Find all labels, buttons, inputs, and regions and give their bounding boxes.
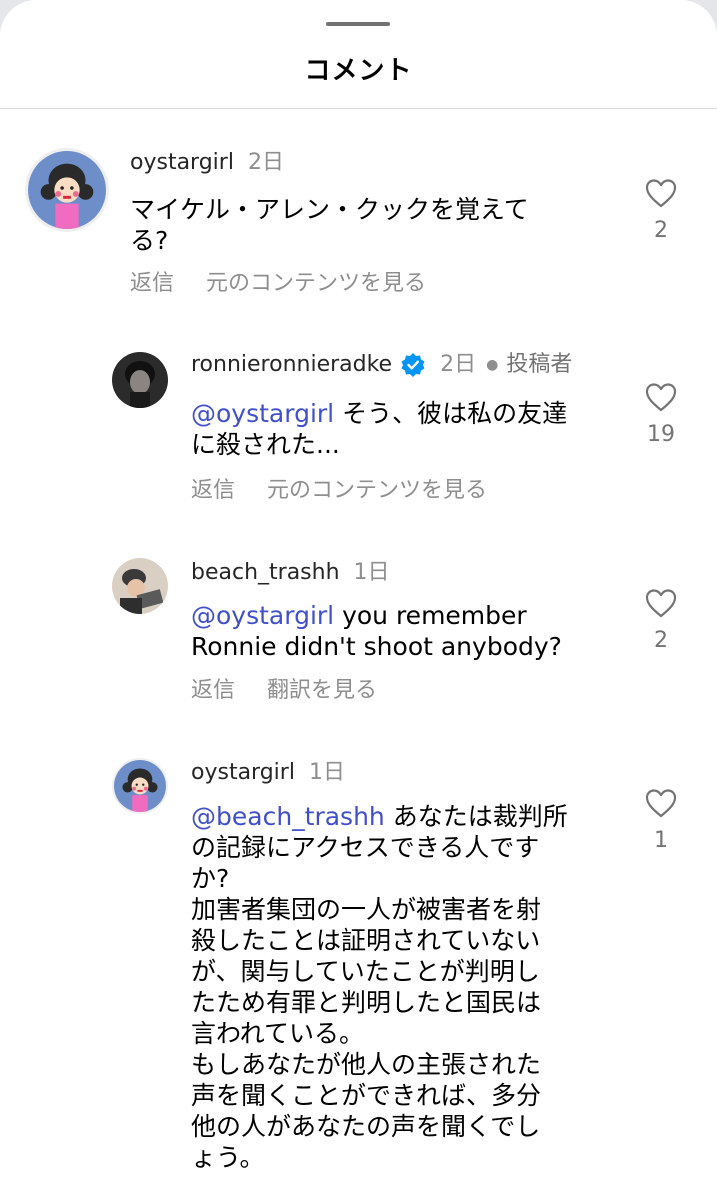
mention-link[interactable]: @oystargirl (191, 399, 334, 428)
comment-text: @oystargirl そう、彼は私の友達 に殺された... (191, 398, 631, 460)
profile-photo-avatar[interactable] (112, 352, 168, 408)
header-divider (0, 108, 717, 109)
reply-button[interactable]: 返信 (130, 271, 174, 297)
comment-time: 1日 (353, 560, 390, 585)
reply-button[interactable]: 返信 (191, 478, 235, 504)
comment-text: @oystargirl you remember Ronnie didn't s… (191, 600, 631, 662)
comments-sheet: コメント oystargirl 2日 マイケル・アレン・クックを覚えて る? 返… (0, 0, 717, 1200)
separator-dot: ● (486, 357, 499, 373)
comment-username[interactable]: oystargirl (130, 150, 234, 176)
comment-text: @beach_trashh あなたは裁判所 の記録にアクセスできる人です か? … (191, 801, 631, 1173)
comment-time: 1日 (308, 760, 345, 785)
comment-item: oystargirl 2日 マイケル・アレン・クックを覚えて る? 返信 元のコ… (0, 148, 717, 308)
comment-username[interactable]: beach_trashh (191, 560, 340, 586)
view-original-button[interactable]: 元のコンテンツを見る (267, 478, 487, 504)
comment-text-body: あなたは裁判所 の記録にアクセスできる人です か? 加害者集団の一人が被害者を射… (191, 802, 568, 1172)
page-title: コメント (304, 56, 413, 86)
view-translation-button[interactable]: 翻訳を見る (267, 678, 377, 704)
view-original-button[interactable]: 元のコンテンツを見る (206, 271, 426, 297)
like-button[interactable]: 2 (641, 588, 681, 653)
reply-button[interactable]: 返信 (191, 678, 235, 704)
heart-icon (645, 589, 677, 618)
cartoon-girl-avatar[interactable] (112, 758, 168, 814)
profile-photo-icon (112, 352, 168, 408)
cartoon-girl-avatar[interactable] (25, 148, 109, 232)
author-badge: 投稿者 (506, 352, 573, 377)
comment-username[interactable]: oystargirl (191, 760, 295, 786)
reply-item: oystargirl 1日 @beach_trashh あなたは裁判所 の記録に… (0, 758, 717, 1200)
comment-time: 2日 (247, 150, 284, 175)
cartoon-girl-icon (114, 760, 166, 812)
like-button[interactable]: 1 (641, 788, 681, 853)
mention-link[interactable]: @beach_trashh (191, 802, 385, 831)
drag-handle[interactable] (326, 22, 390, 26)
like-button[interactable]: 2 (641, 178, 681, 243)
reply-item: ronnieronnieradke 2日 ● 投稿者 @oystargirl そ… (0, 352, 717, 522)
like-count: 2 (654, 218, 668, 243)
mention-link[interactable]: @oystargirl (191, 601, 334, 630)
heart-icon (645, 179, 677, 208)
like-count: 1 (654, 828, 668, 853)
reply-item: beach_trashh 1日 @oystargirl you remember… (0, 558, 717, 718)
profile-photo-avatar[interactable] (112, 558, 168, 614)
like-count: 19 (647, 422, 675, 447)
like-count: 2 (654, 628, 668, 653)
like-button[interactable]: 19 (641, 382, 681, 447)
cartoon-girl-icon (28, 151, 106, 229)
heart-icon (645, 789, 677, 818)
comment-text: マイケル・アレン・クックを覚えて る? (130, 195, 529, 255)
profile-photo-icon (112, 558, 168, 614)
comment-time: 2日 (440, 352, 477, 377)
verified-badge-icon (401, 353, 425, 377)
heart-icon (645, 383, 677, 412)
comment-username[interactable]: ronnieronnieradke (191, 352, 392, 378)
